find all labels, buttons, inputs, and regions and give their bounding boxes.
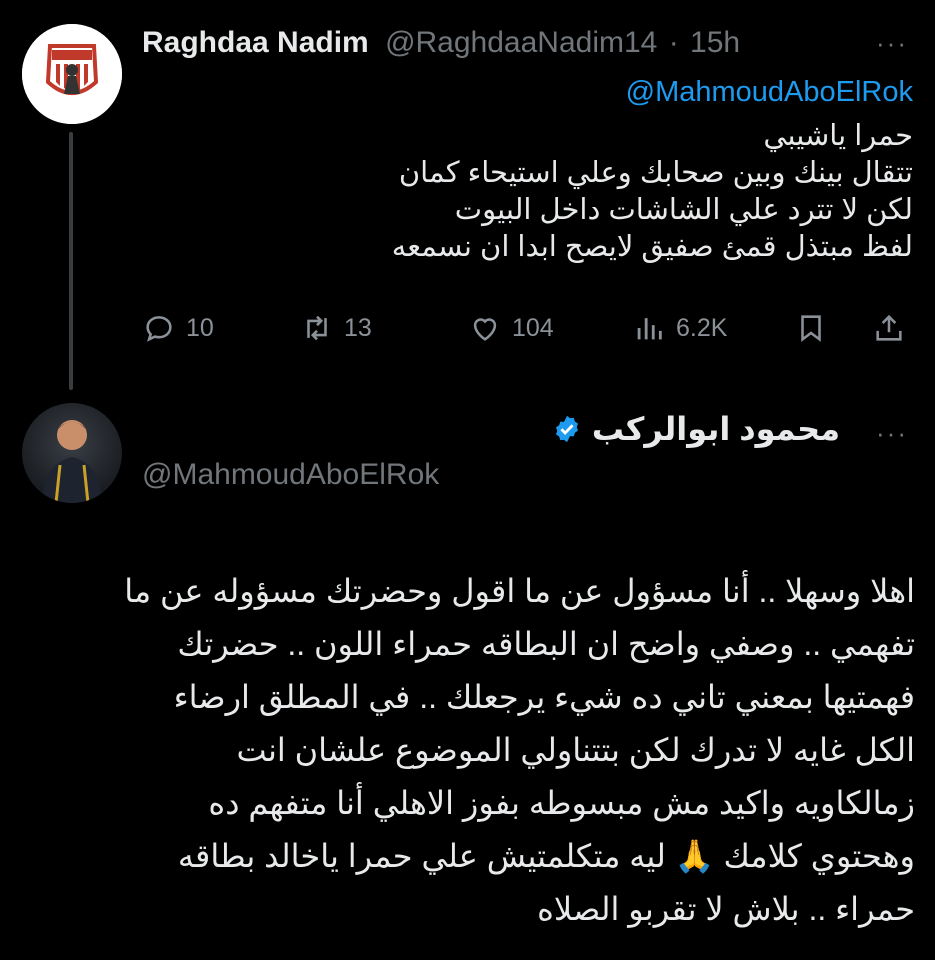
verified-badge-icon bbox=[555, 415, 578, 443]
share-button[interactable] bbox=[872, 306, 906, 350]
tweet1-line: لكن لا تترد علي الشاشات داخل البيوت bbox=[454, 194, 913, 226]
tweet1-text: حمرا ياشيبي تتقال بينك وبين صحابك وعلي ا… bbox=[153, 118, 913, 266]
tweet2-handle[interactable]: @MahmoudAboElRok bbox=[142, 458, 439, 492]
views-button[interactable]: 6.2K bbox=[632, 306, 727, 350]
reply-icon bbox=[146, 316, 172, 342]
share-icon bbox=[876, 314, 902, 341]
tweet1-separator: · bbox=[668, 26, 679, 59]
tweet1-time[interactable]: 15h bbox=[690, 26, 740, 59]
tweet2-more-button[interactable]: ··· bbox=[876, 418, 908, 449]
tweet2-line: فهمتيها بمعني تاني ده شيء يرجعلك .. في ا… bbox=[173, 679, 915, 715]
tweet2-line: تفهمي .. وصفي واضح ان البطاقه حمراء اللو… bbox=[177, 626, 915, 662]
bookmark-icon bbox=[801, 315, 821, 342]
heart-icon bbox=[473, 318, 497, 341]
tweet1-header: Raghdaa Nadim @RaghdaaNadim14 · 15h bbox=[142, 26, 740, 60]
retweet-count: 13 bbox=[344, 313, 372, 342]
retweet-icon bbox=[307, 315, 327, 341]
tweet1-handle[interactable]: @RaghdaaNadim14 bbox=[385, 26, 657, 59]
reply-button[interactable]: 10 bbox=[142, 306, 214, 350]
more-icon: ··· bbox=[876, 28, 908, 58]
tweet2-line: زمالكاويه واكيد مش مبسوطه بفوز الاهلي أن… bbox=[208, 785, 915, 821]
tweet1-line: تتقال بينك وبين صحابك وعلي استيحاء كمان bbox=[398, 157, 913, 189]
tweet1-line: لفظ مبتذل قمئ صفيق لايصح ابدا ان نسمعه bbox=[391, 231, 913, 263]
bookmark-button[interactable] bbox=[794, 306, 828, 350]
zamalek-logo-icon bbox=[22, 24, 122, 124]
like-count: 104 bbox=[512, 313, 554, 342]
tweet2-line: حمراء .. بلاش لا تقربو الصلاه bbox=[537, 891, 915, 927]
tweet2-display-name[interactable]: محمود ابوالركب bbox=[592, 410, 840, 448]
retweet-button[interactable]: 13 bbox=[300, 306, 372, 350]
tweet1-more-button[interactable]: ··· bbox=[876, 28, 908, 59]
tweet2-line: الكل غايه لا تدرك لكن بتتناولي الموضوع ع… bbox=[236, 732, 915, 768]
reply-count: 10 bbox=[186, 313, 214, 342]
tweet1-action-bar: 10 13 104 6.2K bbox=[142, 306, 912, 350]
tweet1-reply-mention[interactable]: @MahmoudAboElRok bbox=[626, 76, 913, 109]
tweet2-line: وهحتوي كلامك 🙏 ليه متكلمتيش علي حمرا ياخ… bbox=[177, 838, 915, 874]
thread-connector-line bbox=[69, 132, 73, 390]
views-count: 6.2K bbox=[676, 313, 728, 342]
tweet2-line: اهلا وسهلا .. أنا مسؤول عن ما اقول وحضرت… bbox=[124, 573, 915, 609]
tweet1-display-name[interactable]: Raghdaa Nadim bbox=[142, 26, 369, 59]
tweet1-line: حمرا ياشيبي bbox=[763, 120, 913, 152]
profile-photo-icon bbox=[42, 420, 102, 503]
like-button[interactable]: 104 bbox=[468, 306, 554, 350]
avatar-raghdaa[interactable] bbox=[22, 24, 122, 124]
tweet2-text: اهلا وسهلا .. أنا مسؤول عن ما اقول وحضرت… bbox=[35, 565, 915, 936]
tweet2-header: محمود ابوالركب bbox=[552, 410, 840, 448]
more-icon: ··· bbox=[876, 418, 908, 448]
avatar-mahmoud[interactable] bbox=[22, 403, 122, 503]
views-chart-icon bbox=[637, 318, 662, 340]
